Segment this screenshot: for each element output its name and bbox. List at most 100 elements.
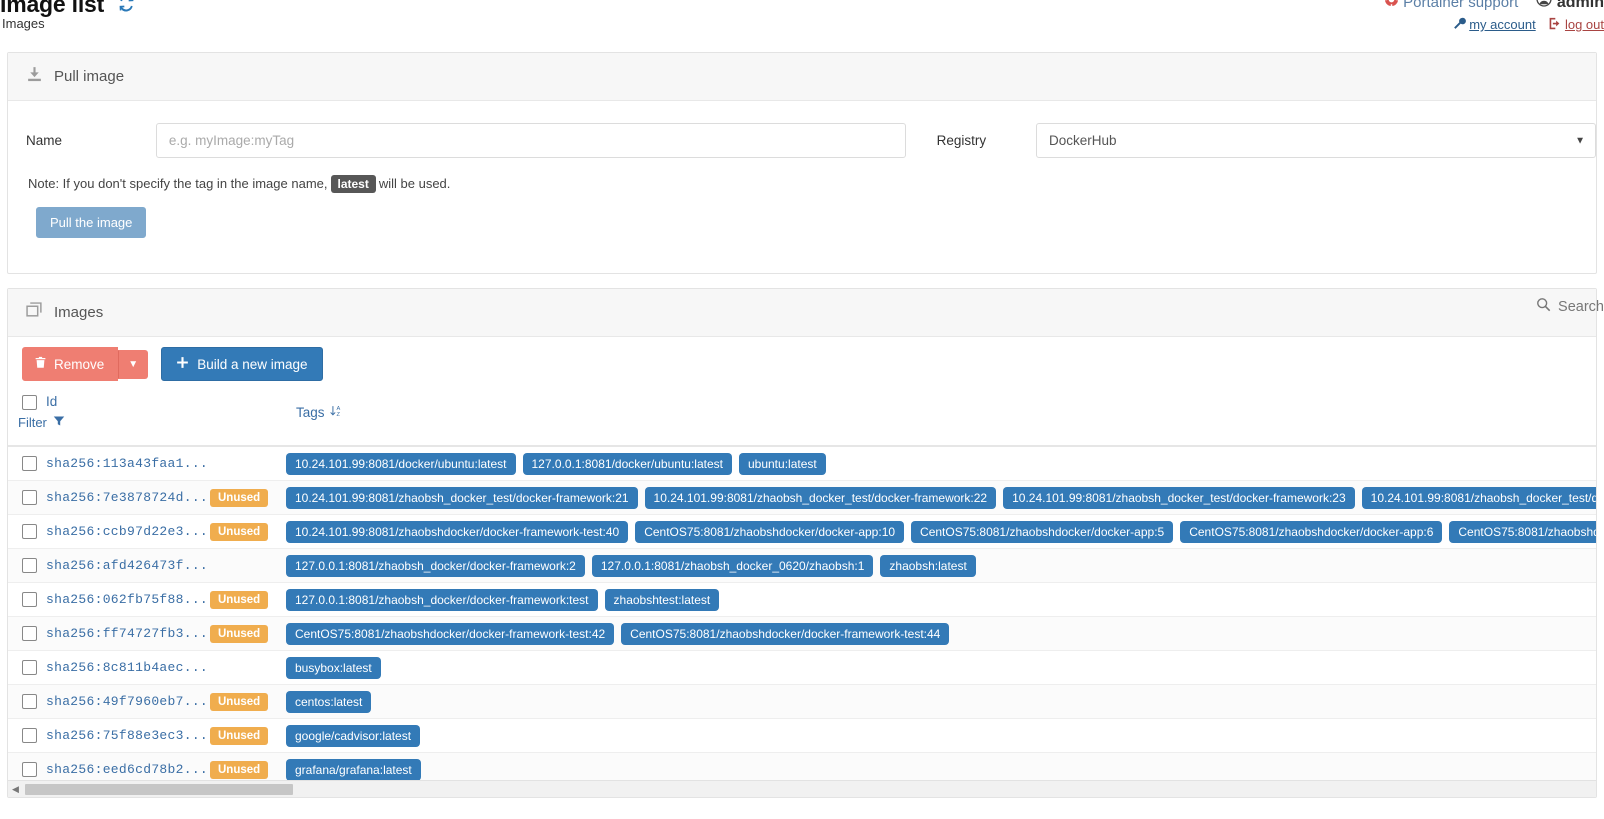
trash-icon xyxy=(34,356,47,372)
search-box[interactable]: Search xyxy=(1536,297,1604,316)
image-tag-badge[interactable]: 127.0.0.1:8081/docker/ubuntu:latest xyxy=(522,452,732,475)
funnel-icon xyxy=(53,415,65,430)
latest-code-badge: latest xyxy=(330,175,376,193)
images-panel-header: Images Search xyxy=(8,289,1604,337)
table-header: Id Filter Tags A Z xyxy=(8,391,1596,447)
image-tag-badge[interactable]: 10.24.101.99:8081/zhaobsh_docker_test/do… xyxy=(286,486,638,509)
row-select-checkbox[interactable] xyxy=(22,490,37,505)
image-tag-badge[interactable]: CentOS75:8081/zhaobshdocker/docker-frame… xyxy=(286,622,615,645)
row-select-checkbox[interactable] xyxy=(22,524,37,539)
table-row[interactable]: sha256:7e3878724d... Unused 10.24.101.99:8… xyxy=(8,481,1596,515)
tags-cell: 127.0.0.1:8081/zhaobsh_docker/docker-fra… xyxy=(286,554,1596,577)
row-select-checkbox[interactable] xyxy=(22,558,37,573)
filter-label: Filter xyxy=(18,415,47,430)
image-tag-badge[interactable]: 10.24.101.99:8081/zhaobsh_docker_test/do… xyxy=(644,486,997,509)
filter-control[interactable]: Filter xyxy=(18,415,65,430)
table-row[interactable]: sha256:ff74727fb3... Unused CentOS75:8081/… xyxy=(8,617,1596,651)
plus-icon xyxy=(176,356,189,372)
status-badge: Unused xyxy=(210,522,269,541)
registry-select[interactable]: DockerHub xyxy=(1036,123,1596,158)
image-id-link[interactable]: sha256:afd426473f... xyxy=(46,558,210,573)
remove-dropdown-toggle[interactable]: ▼ xyxy=(118,349,149,379)
image-tag-badge[interactable]: centos:latest xyxy=(286,690,372,713)
image-id-link[interactable]: sha256:49f7960eb7... xyxy=(46,694,210,709)
table-row[interactable]: sha256:062fb75f88... Unused 127.0.0.1:8081… xyxy=(8,583,1596,617)
my-account-link[interactable]: my account xyxy=(1469,17,1535,32)
refresh-icon[interactable] xyxy=(118,0,135,18)
name-label: Name xyxy=(26,133,63,148)
pull-the-image-button[interactable]: Pull the image xyxy=(36,207,147,238)
scroll-left-arrow-icon[interactable]: ◀ xyxy=(8,782,23,797)
page-header: Image list Images Portainer support admi… xyxy=(0,0,1604,44)
tags-cell: 10.24.101.99:8081/zhaobsh_docker_test/do… xyxy=(286,486,1596,509)
image-tag-badge[interactable]: 10.24.101.99:8081/zhaobshdocker/docker-f… xyxy=(286,520,629,543)
row-select-checkbox[interactable] xyxy=(22,456,37,471)
status-badge-cell: Unused xyxy=(210,624,286,643)
pull-image-form: Name Registry DockerHub ▼ xyxy=(8,123,1596,158)
header-right: Portainer support admin my account log o… xyxy=(1384,0,1604,34)
horizontal-scrollbar[interactable]: ◀ xyxy=(8,780,1596,797)
image-tag-badge[interactable]: busybox:latest xyxy=(286,656,381,679)
row-select-checkbox[interactable] xyxy=(22,592,37,607)
image-id-link[interactable]: sha256:ff74727fb3... xyxy=(46,626,210,641)
image-tag-badge[interactable]: CentOS75:8081/zhaobshdocker/docker-app:6 xyxy=(1180,520,1443,543)
column-header-id[interactable]: Id xyxy=(46,394,57,409)
remove-button[interactable]: Remove xyxy=(22,347,119,381)
image-tag-badge[interactable]: CentOS75:8081/zhaobshdocker/docker-app:7 xyxy=(1449,520,1596,543)
search-icon xyxy=(1536,297,1551,316)
image-id-link[interactable]: sha256:113a43faa1... xyxy=(46,456,210,471)
image-tag-badge[interactable]: grafana/grafana:latest xyxy=(286,758,421,781)
breadcrumb[interactable]: Images xyxy=(2,16,45,31)
image-id-link[interactable]: sha256:7e3878724d... xyxy=(46,490,210,505)
row-select-checkbox[interactable] xyxy=(22,762,37,777)
select-all-checkbox[interactable] xyxy=(22,395,37,410)
table-row[interactable]: sha256:ccb97d22e3... Unused 10.24.101.99:8… xyxy=(8,515,1596,549)
image-tag-badge[interactable]: CentOS75:8081/zhaobshdocker/docker-app:5 xyxy=(911,520,1174,543)
tags-cell: grafana/grafana:latest xyxy=(286,758,1596,781)
status-badge-cell: Unused xyxy=(210,692,286,711)
image-tag-badge[interactable]: 127.0.0.1:8081/zhaobsh_docker_0620/zhaob… xyxy=(591,554,874,577)
user-menu[interactable]: admin xyxy=(1536,0,1604,11)
scrollbar-thumb[interactable] xyxy=(25,783,293,795)
build-a-new-image-button[interactable]: Build a new image xyxy=(161,347,323,381)
image-tag-badge[interactable]: 10.24.101.99:8081/docker/ubuntu:latest xyxy=(286,452,516,475)
table-row[interactable]: sha256:afd426473f... 127.0.0.1:8081/zhaob… xyxy=(8,549,1596,583)
image-tag-badge[interactable]: 10.24.101.99:8081/zhaobsh_docker_test/do… xyxy=(1003,486,1355,509)
caret-down-icon: ▼ xyxy=(128,358,139,370)
image-id-link[interactable]: sha256:ccb97d22e3... xyxy=(46,524,210,539)
row-select-checkbox[interactable] xyxy=(22,660,37,675)
image-tag-badge[interactable]: 10.24.101.99:8081/zhaobsh_docker_test/do… xyxy=(1361,486,1596,509)
note-suffix: will be used. xyxy=(378,176,451,191)
portainer-support-link[interactable]: Portainer support xyxy=(1384,0,1522,11)
image-id-link[interactable]: sha256:eed6cd78b2... xyxy=(46,762,210,777)
table-row[interactable]: sha256:8c811b4aec... busybox:latest xyxy=(8,651,1596,685)
status-badge: Unused xyxy=(210,624,269,643)
row-select-checkbox[interactable] xyxy=(22,728,37,743)
table-row[interactable]: sha256:113a43faa1... 10.24.101.99:8081/do… xyxy=(8,447,1596,481)
image-tag-badge[interactable]: 127.0.0.1:8081/zhaobsh_docker/docker-fra… xyxy=(286,588,598,611)
image-id-link[interactable]: sha256:8c811b4aec... xyxy=(46,660,210,675)
row-select-checkbox[interactable] xyxy=(22,626,37,641)
tags-cell: busybox:latest xyxy=(286,656,1596,679)
logout-link[interactable]: log out xyxy=(1565,17,1604,32)
image-tag-badge[interactable]: zhaobsh:latest xyxy=(880,554,976,577)
table-row[interactable]: sha256:75f88e3ec3... Unused google/cadviso… xyxy=(8,719,1596,753)
svg-text:Z: Z xyxy=(336,412,340,418)
image-tag-badge[interactable]: ubuntu:latest xyxy=(738,452,826,475)
image-tag-badge[interactable]: CentOS75:8081/zhaobshdocker/docker-frame… xyxy=(621,622,950,645)
tags-cell: 10.24.101.99:8081/docker/ubuntu:latest 12… xyxy=(286,452,1596,475)
image-name-input[interactable] xyxy=(155,123,906,158)
image-tag-badge[interactable]: 127.0.0.1:8081/zhaobsh_docker/docker-fra… xyxy=(286,554,585,577)
images-toolbar: Remove ▼ Build a new image xyxy=(8,337,1596,391)
row-select-checkbox[interactable] xyxy=(22,694,37,709)
table-row[interactable]: sha256:49f7960eb7... Unused centos:latest xyxy=(8,685,1596,719)
column-header-tags[interactable]: Tags A Z xyxy=(296,404,343,421)
image-tag-badge[interactable]: CentOS75:8081/zhaobshdocker/docker-app:1… xyxy=(635,520,905,543)
image-tag-badge[interactable]: google/cadvisor:latest xyxy=(286,724,421,747)
image-tag-badge[interactable]: zhaobshtest:latest xyxy=(604,588,720,611)
tags-cell: google/cadvisor:latest xyxy=(286,724,1596,747)
image-id-link[interactable]: sha256:75f88e3ec3... xyxy=(46,728,210,743)
note-prefix: Note: If you don't specify the tag in th… xyxy=(28,176,328,191)
image-id-link[interactable]: sha256:062fb75f88... xyxy=(46,592,210,607)
tags-label: Tags xyxy=(296,405,325,420)
